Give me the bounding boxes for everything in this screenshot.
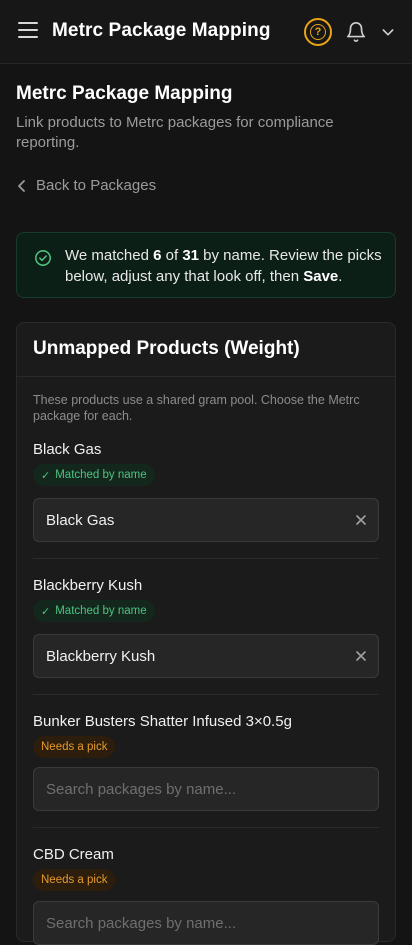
package-search-input[interactable]	[46, 780, 346, 798]
status-label: Matched by name	[55, 605, 147, 617]
divider	[33, 827, 379, 828]
save-hint: Save	[303, 268, 339, 285]
product-name: Black Gas	[33, 441, 102, 458]
match-notice: We matched 6 of 31 by name. Review the p…	[16, 232, 396, 298]
check-icon: ✓	[41, 469, 51, 482]
status-label: Needs a pick	[41, 874, 108, 886]
status-badge: Needs a pick	[33, 869, 116, 891]
status-badge: Needs a pick	[33, 736, 116, 758]
check-icon: ✓	[41, 605, 51, 618]
product-name: Blackberry Kush	[33, 577, 143, 594]
app-title: Metrc Package Mapping	[52, 20, 271, 41]
divider	[33, 694, 379, 695]
package-value: Blackberry Kush	[46, 647, 156, 665]
status-badge: ✓ Matched by name	[33, 464, 155, 486]
page-title: Metrc Package Mapping	[16, 83, 233, 104]
status-label: Needs a pick	[41, 741, 108, 753]
status-badge: ✓ Matched by name	[33, 600, 155, 622]
card-header: Unmapped Products (Weight)	[17, 323, 395, 377]
back-to-packages-link[interactable]: Back to Packages	[16, 177, 156, 194]
package-search-input[interactable]	[46, 914, 346, 932]
check-circle-icon	[35, 250, 51, 266]
card-description: These products use a shared gram pool. C…	[33, 393, 360, 423]
total-count: 31	[182, 247, 199, 264]
notice-of: of	[161, 247, 183, 264]
menu-icon[interactable]	[18, 22, 38, 42]
product-name: Bunker Busters Shatter Infused 3×0.5g	[33, 713, 292, 730]
chevron-left-icon	[18, 179, 25, 192]
close-icon[interactable]	[354, 649, 368, 663]
package-select[interactable]: Blackberry Kush	[33, 634, 379, 678]
close-icon[interactable]	[354, 513, 368, 527]
notice-prefix: We matched	[65, 247, 154, 264]
package-search[interactable]	[33, 901, 379, 945]
package-select[interactable]: Black Gas	[33, 498, 379, 542]
page-subtitle: Link products to Metrc packages for comp…	[16, 114, 334, 151]
notice-message: We matched 6 of 31 by name. Review the p…	[65, 245, 385, 287]
divider	[33, 558, 379, 559]
top-bar: Metrc Package Mapping ?	[0, 0, 412, 64]
product-name: CBD Cream	[33, 846, 114, 863]
notice-suffix: .	[338, 268, 343, 285]
unmapped-products-card: Unmapped Products (Weight) These product…	[16, 322, 396, 945]
bell-icon[interactable]	[345, 21, 367, 43]
card-title: Unmapped Products (Weight)	[33, 338, 300, 359]
help-icon[interactable]: ?	[304, 18, 332, 46]
back-link-label: Back to Packages	[36, 177, 157, 194]
chevron-down-icon[interactable]	[380, 24, 396, 40]
package-value: Black Gas	[46, 511, 115, 529]
status-label: Matched by name	[55, 469, 147, 481]
package-search[interactable]	[33, 767, 379, 811]
